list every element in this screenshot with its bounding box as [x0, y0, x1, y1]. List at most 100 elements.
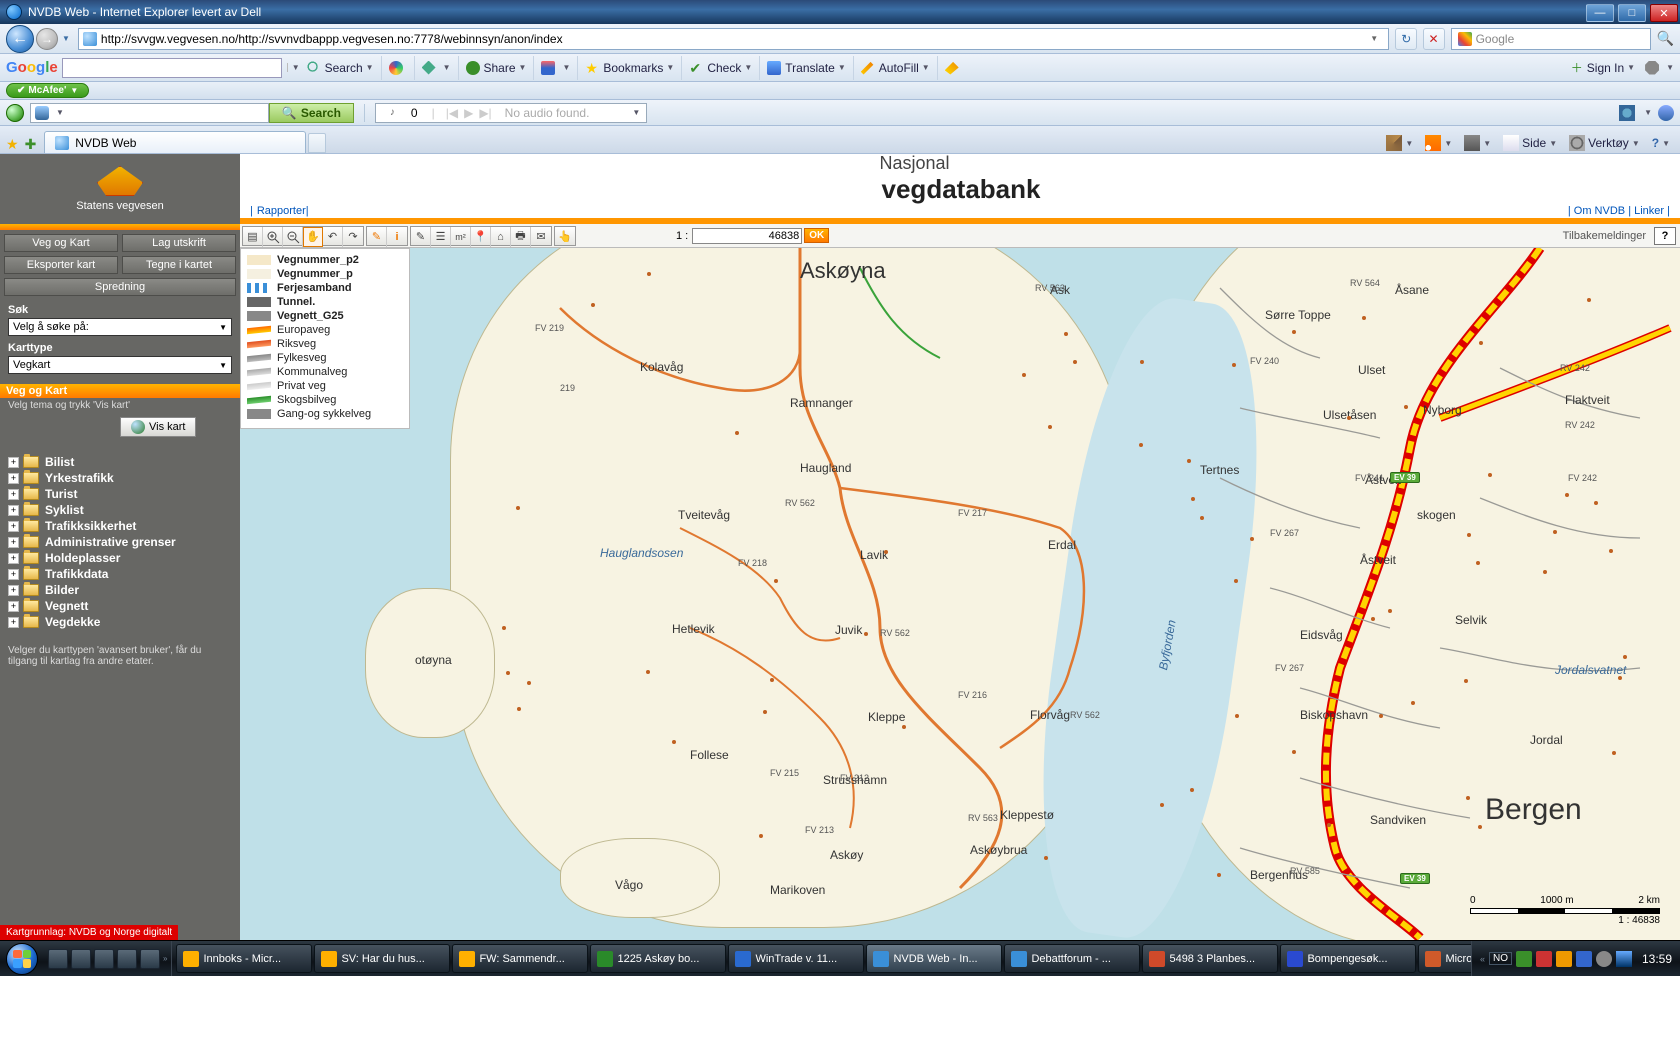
cmd-tools-button[interactable]: Verktøy▼ [1565, 133, 1644, 153]
tray-icon-4[interactable] [1576, 951, 1592, 967]
ql-icon-3[interactable] [94, 949, 114, 969]
vis-kart-button[interactable]: Vis kart [120, 417, 196, 437]
karttype-select[interactable]: Vegkart▼ [8, 356, 232, 374]
task-button[interactable]: Microsoft Pow... [1418, 944, 1471, 973]
tool-measure-icon[interactable]: m² [451, 227, 471, 247]
cmd-help-button[interactable]: ?▼ [1648, 134, 1674, 152]
tree-node-yrkestrafikk[interactable]: +Yrkestrafikk [8, 471, 232, 485]
expand-icon[interactable]: + [8, 537, 19, 548]
favorites-star-icon[interactable]: ★ [6, 136, 19, 153]
add-favorite-icon[interactable]: ✚ [25, 136, 37, 153]
settings-icon-2[interactable] [1658, 105, 1674, 121]
ql-icon-4[interactable] [117, 949, 137, 969]
tray-icon-3[interactable] [1556, 951, 1572, 967]
scale-input[interactable] [692, 228, 802, 244]
task-button[interactable]: Bompengesøk... [1280, 944, 1416, 973]
secondary-search-field[interactable]: ▼ [30, 103, 269, 123]
expand-icon[interactable]: + [8, 569, 19, 580]
help-button[interactable]: ? [1654, 227, 1676, 245]
google-logo-icon[interactable]: Google [6, 59, 58, 76]
link-rapporter[interactable]: Rapporter [257, 205, 306, 217]
expand-icon[interactable]: + [8, 505, 19, 516]
ql-icon-5[interactable] [140, 949, 160, 969]
tray-language[interactable]: NO [1489, 952, 1512, 965]
google-search-button[interactable]: Search▼ [300, 56, 381, 80]
tree-node-vegdekke[interactable]: +Vegdekke [8, 615, 232, 629]
tree-node-administrative-grenser[interactable]: +Administrative grenser [8, 535, 232, 549]
tree-node-vegnett[interactable]: +Vegnett [8, 599, 232, 613]
google-unknown-btn-1[interactable] [381, 56, 414, 80]
btn-spredning[interactable]: Spredning [4, 278, 236, 296]
tray-overflow-icon[interactable]: « [1480, 954, 1485, 964]
cmd-print-button[interactable]: ▼ [1460, 133, 1495, 153]
google-signin-button[interactable]: Sign In [1587, 61, 1624, 75]
btn-veg-og-kart[interactable]: Veg og Kart [4, 234, 118, 252]
task-button[interactable]: Debattforum - ... [1004, 944, 1140, 973]
link-om-nvdb[interactable]: Om NVDB [1574, 205, 1625, 217]
tool-marker-icon[interactable]: 📍 [471, 227, 491, 247]
tool-pointer-icon[interactable]: 👆 [555, 227, 575, 247]
task-button[interactable]: Innboks - Micr... [176, 944, 312, 973]
audio-dropdown[interactable]: ▼ [632, 108, 640, 117]
task-button[interactable]: SV: Har du hus... [314, 944, 450, 973]
refresh-button[interactable]: ↻ [1395, 28, 1417, 50]
tool-prev-extent-icon[interactable]: ↶ [323, 227, 343, 247]
google-autofill-button[interactable]: AutoFill▼ [853, 56, 937, 80]
tool-next-extent-icon[interactable]: ↷ [343, 227, 363, 247]
task-button[interactable]: FW: Sammendr... [452, 944, 588, 973]
ql-icon-1[interactable] [48, 949, 68, 969]
tool-print-icon[interactable]: 🖶 [511, 227, 531, 247]
google-highlight-button[interactable] [937, 56, 970, 80]
nav-history-dropdown[interactable]: ▼ [62, 34, 70, 43]
expand-icon[interactable]: + [8, 457, 19, 468]
google-unknown-btn-2[interactable]: ▼ [414, 56, 458, 80]
task-button[interactable]: WinTrade v. 11... [728, 944, 864, 973]
tree-node-syklist[interactable]: +Syklist [8, 503, 232, 517]
link-linker[interactable]: Linker [1634, 205, 1664, 217]
task-button[interactable]: 1225 Askøy bo... [590, 944, 726, 973]
browser-search-box[interactable]: Google [1451, 28, 1651, 50]
cmd-page-button[interactable]: Side▼ [1499, 133, 1561, 153]
expand-icon[interactable]: + [8, 617, 19, 628]
settings-icon-1[interactable] [1619, 105, 1635, 121]
window-close-button[interactable]: ✕ [1650, 4, 1678, 22]
audio-next-icon[interactable]: ▶| [479, 106, 491, 120]
address-dropdown-icon[interactable]: ▼ [1364, 34, 1384, 43]
tray-volume-icon[interactable] [1596, 951, 1612, 967]
ql-overflow-icon[interactable]: » [163, 954, 167, 963]
google-input-dropdown[interactable]: ▼ [287, 63, 300, 72]
google-translate-button[interactable]: Translate▼ [759, 56, 853, 80]
google-share-button[interactable]: Share▼ [458, 56, 534, 80]
expand-icon[interactable]: + [8, 489, 19, 500]
tool-home-icon[interactable]: ⌂ [491, 227, 511, 247]
clock[interactable]: 13:59 [1642, 952, 1672, 966]
start-button[interactable] [0, 941, 44, 977]
window-maximize-button[interactable]: □ [1618, 4, 1646, 22]
btn-eksporter-kart[interactable]: Eksporter kart [4, 256, 118, 274]
scale-ok-button[interactable]: OK [804, 228, 829, 243]
google-bookmarks-button[interactable]: ★Bookmarks▼ [577, 56, 681, 80]
secondary-search-button[interactable]: 🔍Search [269, 103, 354, 123]
btn-tegne-i-kartet[interactable]: Tegne i kartet [122, 256, 236, 274]
audio-play-icon[interactable]: ▶ [464, 106, 473, 120]
tree-node-trafikksikkerhet[interactable]: +Trafikksikkerhet [8, 519, 232, 533]
tool-distance-icon[interactable]: ☰ [431, 227, 451, 247]
tray-network-icon[interactable] [1616, 951, 1632, 967]
tree-node-trafikkdata[interactable]: +Trafikkdata [8, 567, 232, 581]
tool-info-icon[interactable]: i [387, 227, 407, 247]
address-bar[interactable]: http://svvgw.vegvesen.no/http://svvnvdba… [78, 28, 1389, 50]
google-sidewiki-button[interactable]: ▼ [533, 56, 577, 80]
tool-edit-icon[interactable]: ✎ [411, 227, 431, 247]
expand-icon[interactable]: + [8, 521, 19, 532]
expand-icon[interactable]: + [8, 585, 19, 596]
map-viewport[interactable]: AskøynaKolavågRamnangerAskSørre ToppeÅsa… [240, 248, 1680, 940]
ql-icon-2[interactable] [71, 949, 91, 969]
globe-icon[interactable] [6, 104, 24, 122]
mcafee-badge[interactable]: ✔ McAfee'▼ [6, 83, 89, 98]
cmd-home-button[interactable]: ▼ [1382, 133, 1417, 153]
cmd-rss-button[interactable]: ▼ [1421, 133, 1456, 153]
tool-pan-icon[interactable]: ✋ [303, 227, 323, 247]
expand-icon[interactable]: + [8, 473, 19, 484]
wrench-icon[interactable] [1645, 61, 1659, 75]
back-button[interactable]: ← [6, 25, 34, 53]
